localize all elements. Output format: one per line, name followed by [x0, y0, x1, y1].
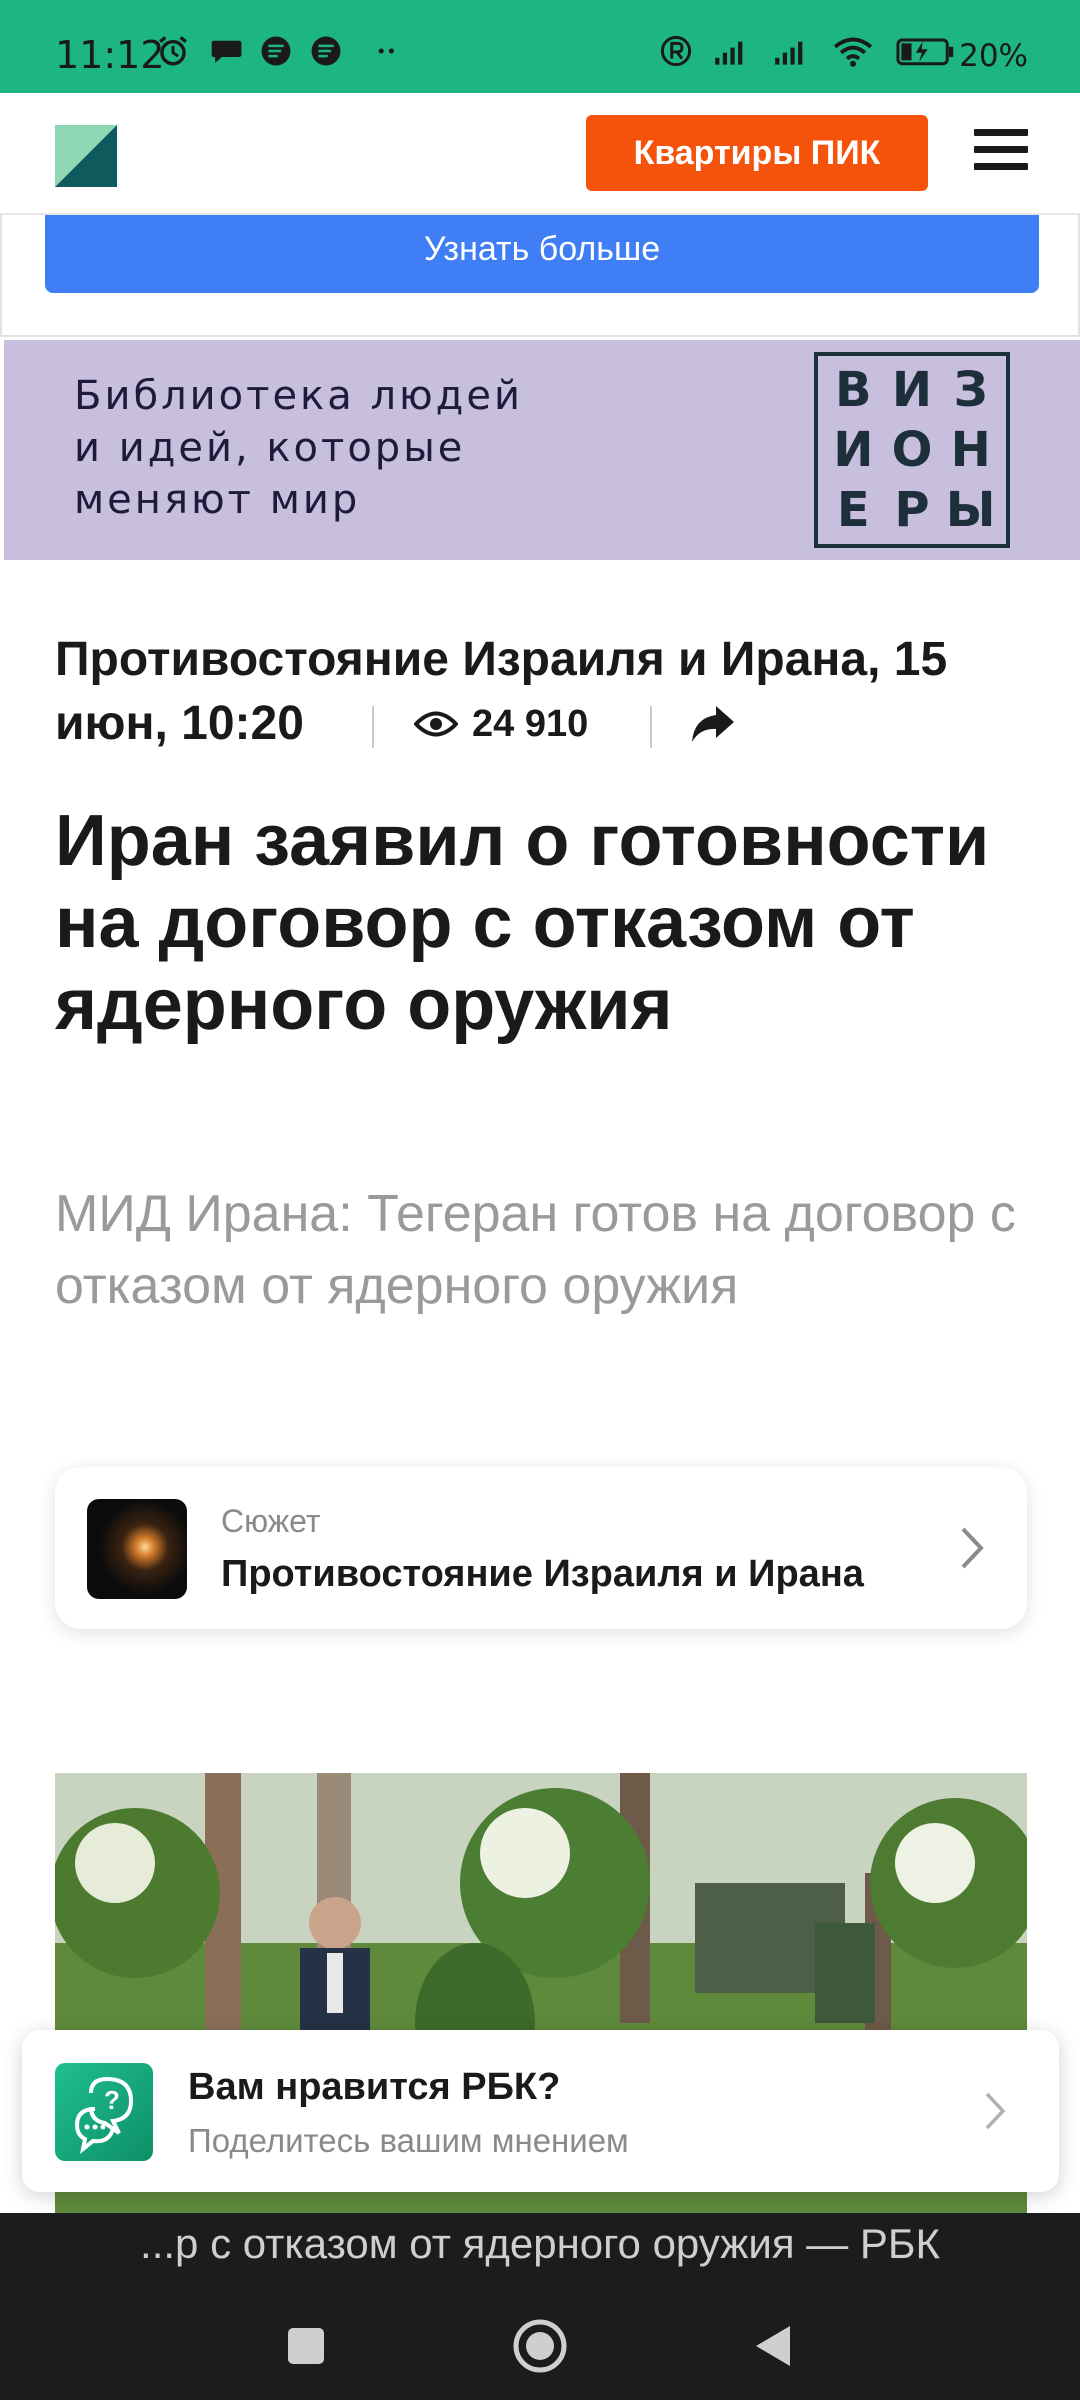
- recents-icon[interactable]: [276, 2316, 336, 2376]
- views-count: 24 910: [414, 692, 588, 756]
- article-headline: Иран заявил о готовности на договор с от…: [55, 801, 990, 1045]
- more-notifications-icon: [378, 48, 394, 54]
- story-thumbnail: [87, 1499, 187, 1599]
- question-chat-icon: ?: [74, 2076, 134, 2154]
- message-app-icon: [311, 36, 341, 66]
- system-nav-bar: [0, 2290, 1080, 2400]
- rbc-logo-icon[interactable]: [55, 125, 117, 187]
- pik-apartments-button[interactable]: Квартиры ПИК: [586, 115, 928, 191]
- logo-letter: Н: [950, 422, 991, 478]
- logo-letter: З: [953, 362, 988, 418]
- logo-letter: О: [891, 422, 933, 478]
- ad-block: Узнать больше: [0, 215, 1080, 337]
- registered-icon: [660, 35, 692, 67]
- feedback-popup[interactable]: ? Вам нравится РБК? Поделитесь вашим мне…: [22, 2030, 1059, 2192]
- share-icon[interactable]: [688, 698, 738, 748]
- feedback-title: Вам нравится РБК?: [188, 2066, 561, 2108]
- hamburger-menu-icon[interactable]: [974, 129, 1028, 179]
- feedback-icon: ?: [55, 2063, 153, 2161]
- logo-letter: И: [891, 362, 933, 418]
- logo-letter: Ы: [945, 482, 996, 538]
- logo-letter: Р: [894, 482, 930, 538]
- article-subtitle: МИД Ирана: Тегеран готов на договор с от…: [55, 1185, 1016, 1315]
- message-app-icon: [261, 36, 291, 66]
- story-card[interactable]: Сюжет Противостояние Израиля и Ирана: [55, 1467, 1027, 1629]
- status-bar: 11:12 20%: [0, 0, 1080, 93]
- banner-line: и идей, которые: [74, 425, 466, 471]
- wifi-icon: [833, 37, 873, 67]
- story-label: Сюжет: [221, 1503, 321, 1539]
- browser-url-bar[interactable]: ...р с отказом от ядерного оружия — РБК: [0, 2213, 1080, 2293]
- site-header: Квартиры ПИК: [0, 93, 1080, 215]
- visionaries-logo: В И З И О Н Е Р Ы: [814, 352, 1010, 548]
- battery-charging-icon: [896, 38, 954, 66]
- feedback-subtitle: Поделитесь вашим мнением: [188, 2122, 629, 2159]
- learn-more-button[interactable]: Узнать больше: [45, 215, 1039, 293]
- banner-line: Библиотека людей: [74, 373, 523, 419]
- views-value: 24 910: [472, 702, 589, 745]
- signal-icon: [775, 41, 803, 65]
- banner-text: Библиотека людей и идей, которые меняют …: [74, 370, 523, 526]
- meta-divider: [372, 706, 374, 748]
- alarm-icon: [159, 36, 187, 66]
- chevron-right-icon: [985, 2092, 1006, 2130]
- meta-divider: [650, 706, 652, 748]
- battery-percent: 20%: [959, 38, 1028, 74]
- eye-icon: [414, 711, 458, 737]
- status-time: 11:12: [55, 33, 165, 77]
- logo-letter: В: [835, 362, 872, 418]
- logo-letter: И: [833, 422, 874, 478]
- chat-icon: [211, 40, 242, 63]
- chevron-right-icon: [961, 1527, 984, 1569]
- story-title: Противостояние Израиля и Ирана: [221, 1553, 864, 1595]
- logo-letter: Е: [836, 482, 870, 538]
- banner-line: меняют мир: [74, 477, 361, 523]
- back-icon[interactable]: [744, 2316, 804, 2376]
- signal-icon: [715, 41, 743, 65]
- visionaries-banner[interactable]: Библиотека людей и идей, которые меняют …: [4, 340, 1080, 560]
- home-icon[interactable]: [510, 2316, 570, 2376]
- svg-text:?: ?: [104, 2085, 120, 2115]
